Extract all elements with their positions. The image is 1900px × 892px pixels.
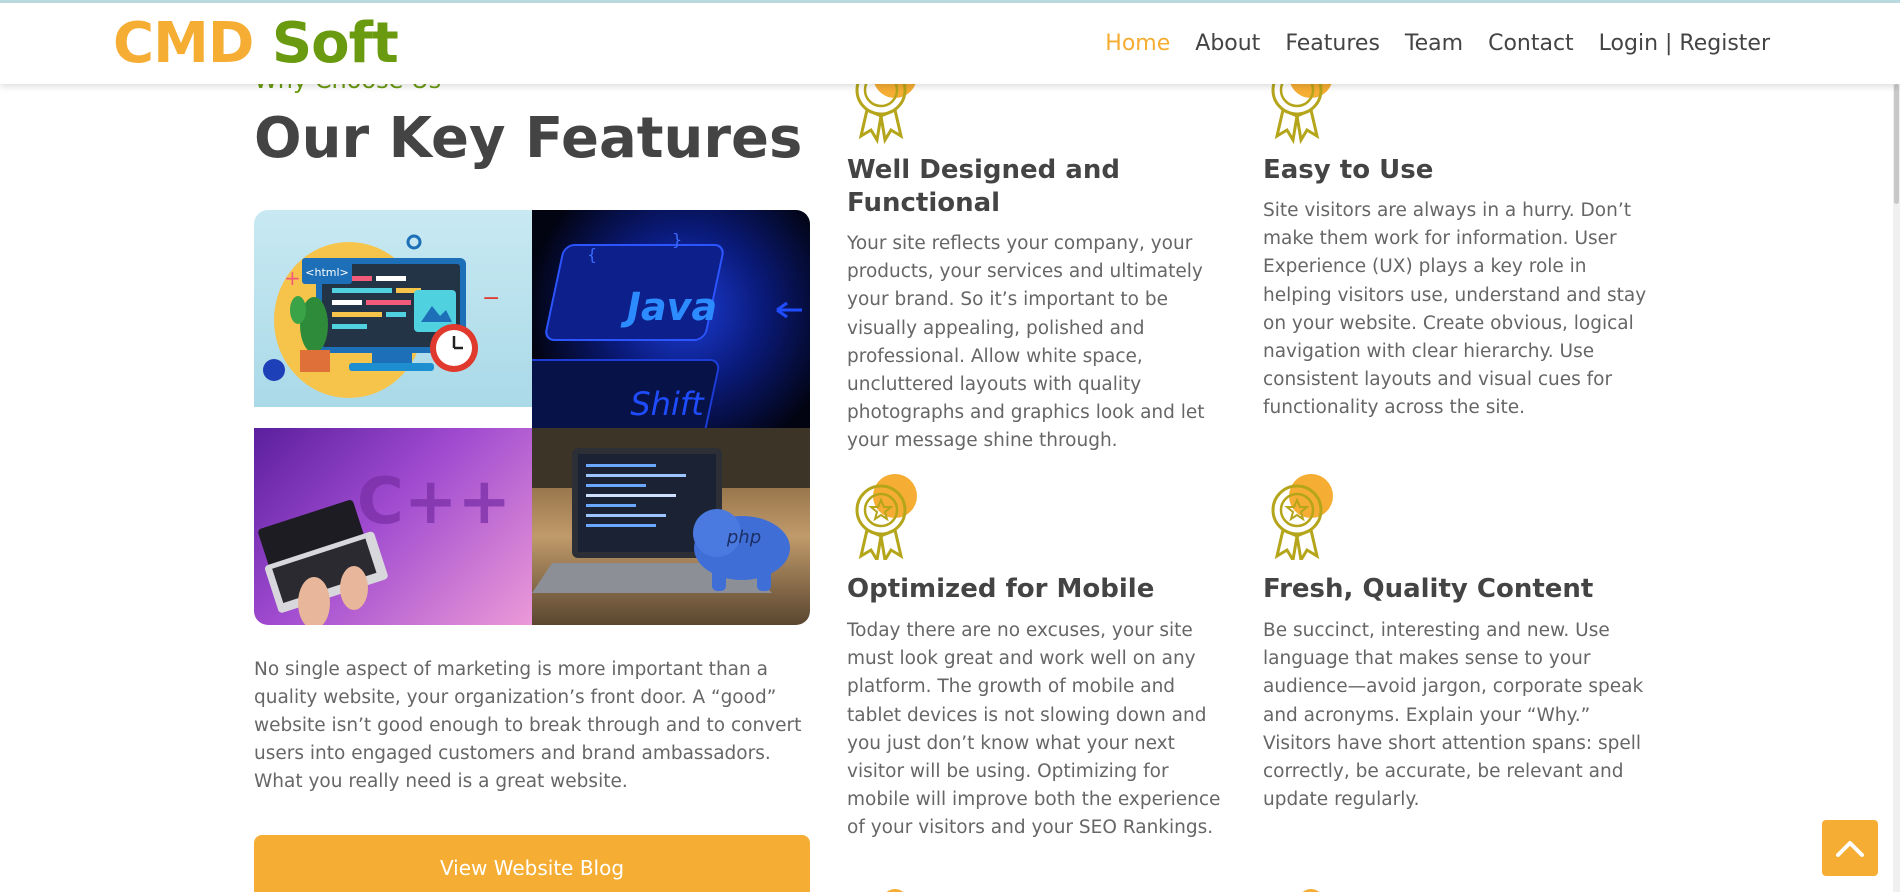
nav-home[interactable]: Home xyxy=(1105,31,1170,56)
page-scrollbar[interactable] xyxy=(1893,84,1900,892)
logo-part-soft: Soft xyxy=(271,11,399,76)
cpp-text: C++ xyxy=(357,465,511,539)
feature-title: Easy to Use xyxy=(1263,155,1434,185)
feature-text: Your site reflects your company, your pr… xyxy=(847,233,1205,452)
svg-text:−: − xyxy=(482,286,500,311)
java-keyboard-image: Java Shift { } xyxy=(532,210,810,428)
nav-features[interactable]: Features xyxy=(1285,31,1380,56)
shift-key-label: Shift xyxy=(630,385,705,423)
svg-text:+: + xyxy=(284,266,301,290)
feature-title: Well Designed and Functional xyxy=(847,155,1120,218)
back-to-top-button[interactable] xyxy=(1822,820,1878,876)
feature-text: Site visitors are always in a hurry. Don… xyxy=(1263,200,1647,419)
html-tag-text: <html> xyxy=(305,266,349,279)
nav-login-register[interactable]: Login | Register xyxy=(1599,31,1770,56)
scrollbar-thumb[interactable] xyxy=(1894,84,1899,204)
nav-about[interactable]: About xyxy=(1195,31,1260,56)
feature-title: Fresh, Quality Content xyxy=(1263,574,1594,604)
chevron-up-icon xyxy=(1836,841,1864,857)
section-intro-text: No single aspect of marketing is more im… xyxy=(254,659,802,792)
award-medal-icon xyxy=(855,474,917,560)
view-website-blog-button[interactable]: View Website Blog xyxy=(254,835,810,892)
site-logo[interactable]: CMD Soft xyxy=(113,11,399,76)
main-nav: Home About Features Team Contact Login |… xyxy=(1080,31,1770,56)
logo-part-cmd: CMD xyxy=(113,11,254,76)
svg-text:{: { xyxy=(587,245,597,264)
svg-text:}: } xyxy=(672,230,682,249)
html-illustration-image: <html> + − xyxy=(254,210,532,407)
feature-card-easy-to-use: Easy to Use Site visitors are always in … xyxy=(1263,60,1653,430)
java-key-label: Java xyxy=(620,285,717,329)
award-medal-icon xyxy=(1271,474,1333,560)
award-medal-icon xyxy=(1302,889,1320,892)
feature-card-well-designed: Well Designed and Functional Your site r… xyxy=(847,60,1237,451)
nav-contact[interactable]: Contact xyxy=(1488,31,1574,56)
nav-team[interactable]: Team xyxy=(1405,31,1463,56)
section-title: Our Key Features xyxy=(254,106,803,171)
php-text: php xyxy=(726,527,761,548)
page: CMD Soft Home About Features Team Contac… xyxy=(0,0,1900,892)
feature-text: Today there are no excuses, your site mu… xyxy=(847,620,1221,839)
feature-card-optimized-mobile: Optimized for Mobile Today there are no … xyxy=(847,470,1237,850)
php-laptop-image: php xyxy=(532,428,810,625)
feature-image-mosaic: <html> + − Java Shift {} C++ php xyxy=(254,210,810,625)
site-header: CMD Soft Home About Features Team Contac… xyxy=(0,0,1900,84)
cpp-laptop-image: C++ xyxy=(254,428,532,625)
feature-title: Optimized for Mobile xyxy=(847,574,1155,604)
award-medal-icon xyxy=(886,889,904,892)
feature-text: Be succinct, interesting and new. Use la… xyxy=(1263,620,1644,811)
feature-card-fresh-content: Fresh, Quality Content Be succinct, inte… xyxy=(1263,470,1653,850)
